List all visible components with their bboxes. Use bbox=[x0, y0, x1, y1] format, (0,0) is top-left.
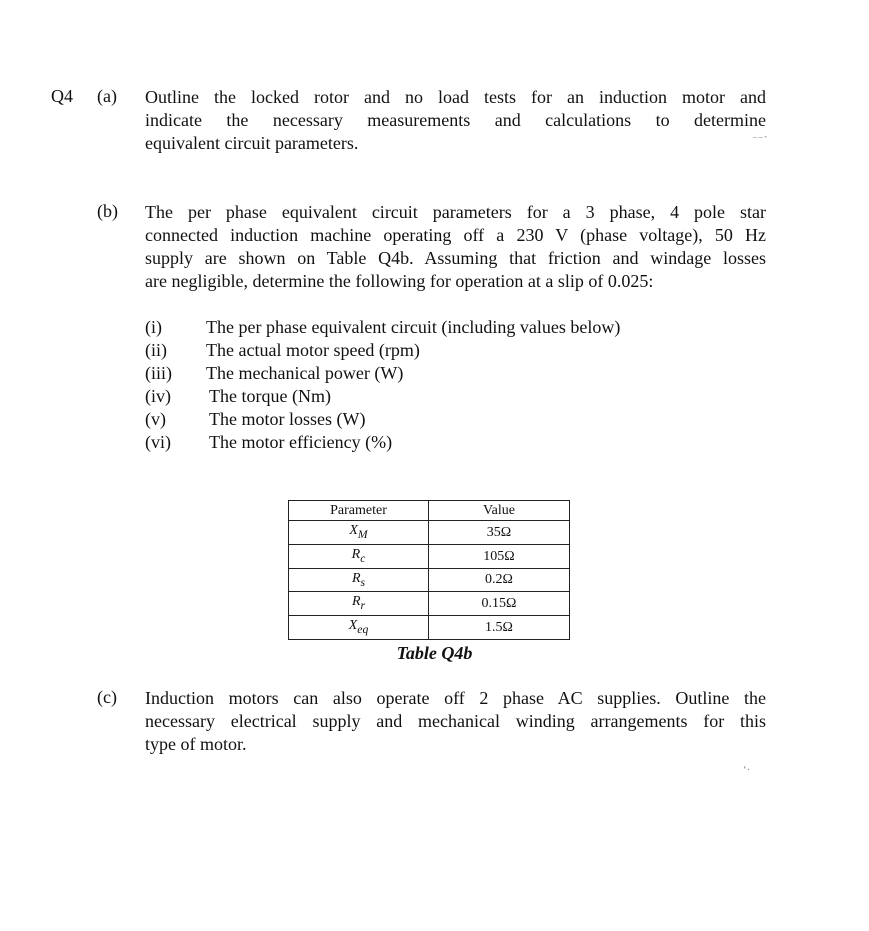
subitem-number: (iii) bbox=[145, 363, 172, 383]
value-cell: 1.5Ω bbox=[428, 615, 570, 640]
parameter-cell: Xeq bbox=[288, 615, 429, 640]
part-c-line: Induction motors can also operate off 2 … bbox=[145, 688, 766, 708]
subitem-number: (iv) bbox=[145, 386, 171, 406]
parameter-cell: Rc bbox=[288, 543, 429, 569]
question-number: Q4 bbox=[51, 86, 73, 106]
part-b-line: supply are shown on Table Q4b. Assuming … bbox=[145, 248, 766, 268]
table-row: XM 35Ω bbox=[288, 520, 570, 545]
subitem-text: The mechanical power (W) bbox=[206, 363, 404, 383]
table-row: Xeq 1.5Ω bbox=[288, 615, 570, 640]
table-caption: Table Q4b bbox=[396, 643, 473, 663]
parameter-symbol: X bbox=[348, 618, 358, 634]
parameter-subscript: r bbox=[360, 599, 366, 613]
subitem-number: (ii) bbox=[145, 340, 167, 360]
subitem-text: The motor efficiency (%) bbox=[209, 432, 393, 452]
part-a-text: Outline the locked rotor and no load tes… bbox=[145, 86, 766, 155]
parameter-subscript: s bbox=[360, 575, 366, 589]
subitem-text: The actual motor speed (rpm) bbox=[206, 340, 420, 360]
part-b-text: The per phase equivalent circuit paramet… bbox=[145, 201, 766, 293]
stray-mark: ‘· bbox=[743, 764, 751, 776]
part-b-label: (b) bbox=[97, 201, 118, 221]
part-c-line: type of motor. bbox=[145, 734, 247, 754]
part-a-line: Outline the locked rotor and no load tes… bbox=[145, 87, 766, 107]
subitem-text: The per phase equivalent circuit (includ… bbox=[206, 317, 621, 337]
column-header-parameter: Parameter bbox=[288, 500, 429, 521]
subitem-number: (v) bbox=[145, 409, 166, 429]
part-c-text: Induction motors can also operate off 2 … bbox=[145, 687, 766, 756]
part-a-line: indicate the necessary measurements and … bbox=[145, 110, 766, 130]
subitem-number: (vi) bbox=[145, 432, 171, 452]
table-row: Rr 0.15Ω bbox=[288, 591, 570, 617]
part-b-line: connected induction machine operating of… bbox=[145, 225, 766, 245]
part-c-line: necessary electrical supply and mechanic… bbox=[145, 711, 766, 731]
table-header-row: Parameter Value bbox=[288, 500, 570, 521]
part-b-line: The per phase equivalent circuit paramet… bbox=[145, 202, 766, 222]
parameter-cell: XM bbox=[288, 520, 429, 545]
table-row: Rc 105Ω bbox=[288, 543, 570, 569]
value-cell: 0.15Ω bbox=[428, 591, 570, 617]
subitem-text: The motor losses (W) bbox=[209, 409, 366, 429]
table-row: Rs 0.2Ω bbox=[288, 567, 570, 593]
parameter-table: Parameter Value XM 35Ω Rc 105Ω Rs 0.2Ω R… bbox=[288, 500, 570, 640]
part-a-label: (a) bbox=[97, 86, 117, 106]
column-header-value: Value bbox=[428, 500, 570, 521]
value-cell: 105Ω bbox=[428, 543, 570, 569]
parameter-symbol: R bbox=[351, 594, 361, 610]
parameter-symbol: X bbox=[349, 523, 358, 538]
value-cell: 35Ω bbox=[428, 520, 570, 545]
parameter-subscript: M bbox=[357, 527, 368, 541]
parameter-symbol: R bbox=[351, 570, 361, 586]
part-c-label: (c) bbox=[97, 687, 117, 707]
part-b-line: are negligible, determine the following … bbox=[145, 271, 654, 291]
parameter-subscript: c bbox=[360, 551, 366, 565]
value-cell: 0.2Ω bbox=[428, 567, 570, 593]
subitem-text: The torque (Nm) bbox=[209, 386, 331, 406]
part-a-line: equivalent circuit parameters. bbox=[145, 133, 359, 153]
parameter-subscript: eq bbox=[357, 622, 369, 636]
stray-mark: ⁻⁻˺ bbox=[752, 134, 768, 146]
subitem-number: (i) bbox=[145, 317, 162, 337]
parameter-symbol: R bbox=[351, 546, 361, 562]
parameter-cell: Rs bbox=[288, 567, 429, 593]
parameter-cell: Rr bbox=[288, 591, 429, 617]
